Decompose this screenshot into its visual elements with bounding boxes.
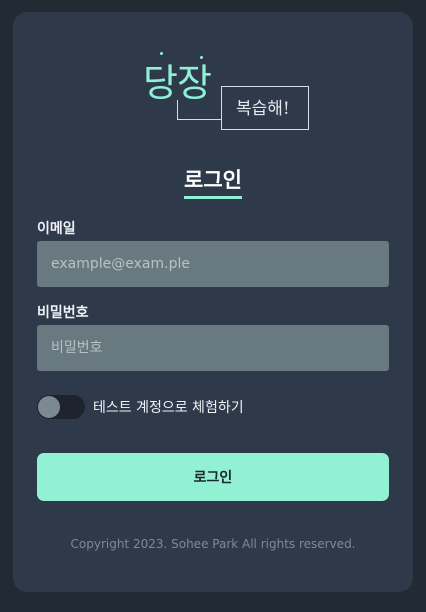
email-field[interactable] (37, 241, 389, 287)
login-button[interactable]: 로그인 (37, 453, 389, 501)
logo-dot (160, 52, 163, 55)
test-account-toggle[interactable] (37, 395, 85, 419)
toggle-knob (38, 396, 60, 418)
logo-sub-text: 복습해! (236, 99, 290, 119)
copyright-text: Copyright 2023. Sohee Park All rights re… (70, 537, 356, 551)
logo-dot (200, 56, 203, 59)
test-account-label: 테스트 계정으로 체험하기 (93, 400, 244, 416)
email-label: 이메일 (37, 221, 76, 237)
logo-line (177, 119, 222, 120)
logo-line (177, 100, 178, 120)
app-logo: 당장 복습해! (129, 46, 319, 136)
page-title: 로그인 (13, 164, 413, 199)
login-card: 당장 복습해! 로그인 이메일 비밀번호 테스트 계정으로 체험하기 로그인 C… (13, 12, 413, 592)
password-field[interactable] (37, 325, 389, 371)
test-account-toggle-row: 테스트 계정으로 체험하기 (37, 395, 244, 419)
logo-main-text: 당장 (143, 61, 212, 105)
password-label: 비밀번호 (37, 305, 89, 321)
page-title-text: 로그인 (184, 164, 242, 199)
